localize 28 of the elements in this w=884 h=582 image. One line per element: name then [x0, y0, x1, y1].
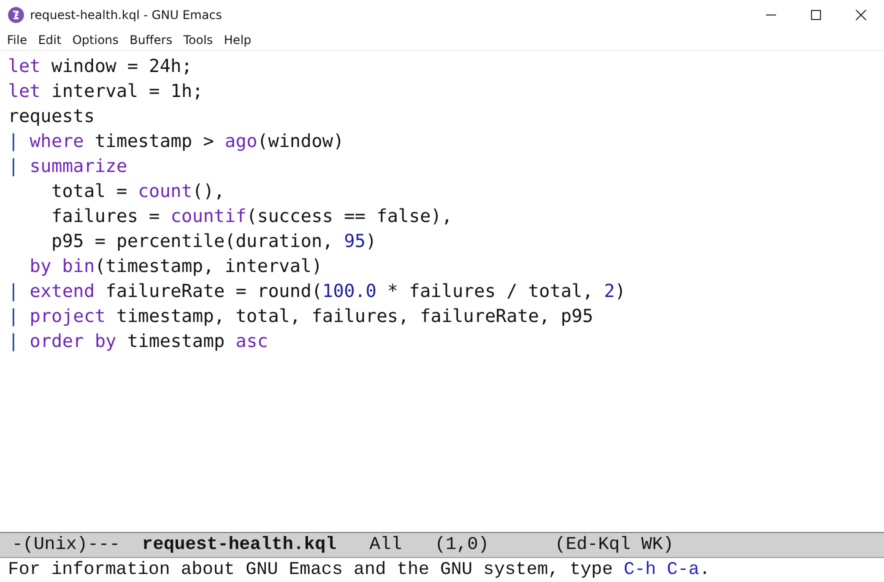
encoding-status: -(Unix)--- — [12, 535, 120, 555]
menu-item[interactable]: File — [7, 33, 28, 47]
code-line: let window = 24h; — [8, 56, 192, 77]
buffer-position: All — [369, 535, 402, 555]
close-icon[interactable] — [855, 9, 867, 21]
code-line: total = count(), — [50, 181, 225, 202]
menu-item[interactable]: Tools — [183, 33, 213, 47]
code-line: | extend failureRate = round(100.0 * failures / total, 2) — [8, 281, 626, 302]
cursor-position: (1,0) — [434, 535, 489, 555]
code-line: | order by timestamp asc — [8, 331, 268, 352]
menu-item[interactable]: Buffers — [130, 33, 172, 47]
code-line: requests — [8, 106, 95, 127]
echo-message: For information about GNU Emacs and the GNU system, type C-h C-a. — [7, 559, 712, 582]
maximize-icon[interactable] — [810, 9, 822, 21]
menu-item[interactable]: Options — [72, 33, 119, 47]
code-line: let interval = 1h; — [8, 81, 204, 102]
buffer-name: request-health.kql — [142, 535, 336, 555]
mode-list: (Ed-Kql WK) — [554, 535, 674, 555]
window-title: request-health.kql - GNU Emacs — [30, 8, 222, 22]
code-line: | summarize — [8, 156, 128, 177]
code-line: p95 = percentile(duration, 95) — [50, 231, 376, 252]
code-line: failures = countif(success == false), — [50, 206, 452, 227]
code-line: | project timestamp, total, failures, failureRate, p95 — [8, 306, 594, 327]
menu-item[interactable]: Help — [224, 33, 252, 47]
menu-item[interactable]: Edit — [38, 33, 62, 47]
emacs-icon — [8, 7, 24, 23]
code-line: | where timestamp > ago(window) — [8, 131, 344, 152]
code-line: by bin(timestamp, interval) — [28, 256, 322, 277]
